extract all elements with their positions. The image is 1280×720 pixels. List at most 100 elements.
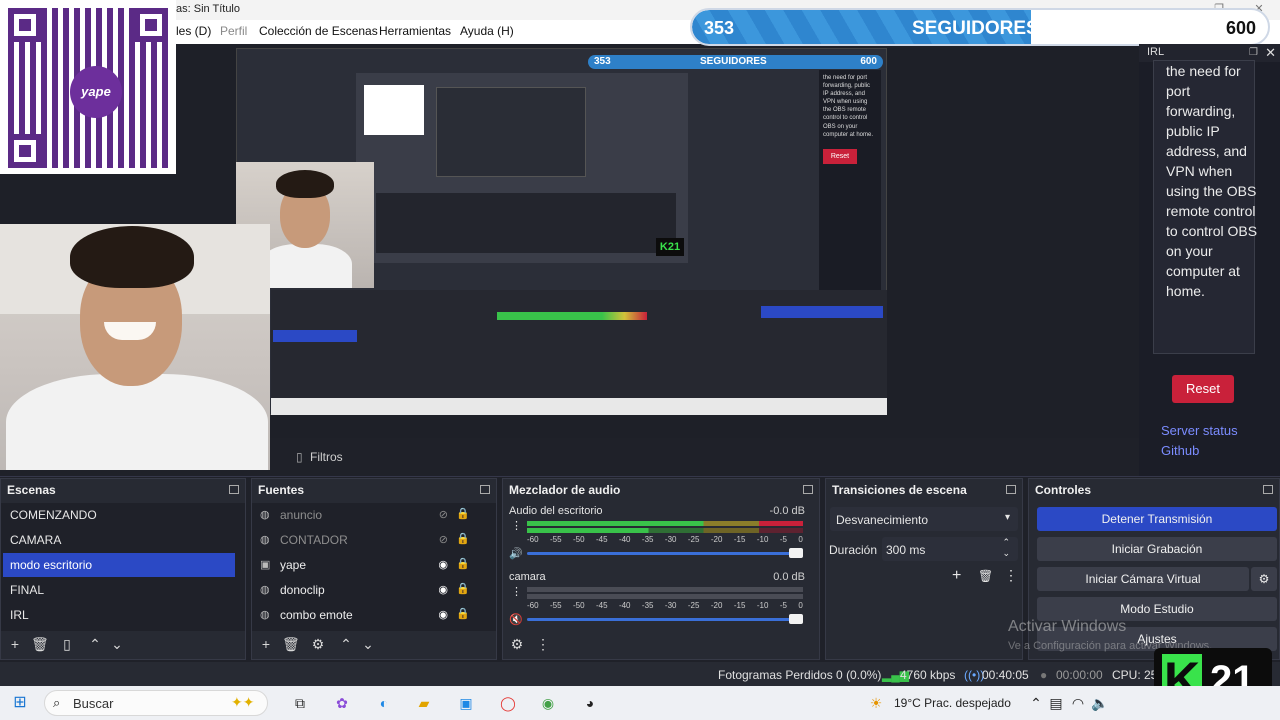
edge-icon[interactable]: ◐ xyxy=(374,693,394,713)
add-icon[interactable]: + xyxy=(952,567,961,585)
volume-fader[interactable] xyxy=(527,614,803,624)
mixer-title: Mezclador de audio xyxy=(509,483,621,497)
source-name: yape xyxy=(280,558,307,572)
follower-goal-bar: 353 SEGUIDORES 600 xyxy=(690,8,1270,46)
windows-start-icon[interactable]: ⊞ xyxy=(10,693,30,713)
scene-item[interactable]: FINAL xyxy=(3,578,235,602)
store-icon[interactable]: ▣ xyxy=(456,693,476,713)
duration-value: 300 ms xyxy=(886,543,926,557)
virtual-camera-settings-icon[interactable]: ⚙ xyxy=(1251,567,1277,591)
irl-close-icon[interactable]: ✕ xyxy=(1265,45,1276,61)
sources-dock: Fuentes ◍ anuncio ⊘ 🔒 ◍ CONTADOR ⊘ 🔒 ▣ y… xyxy=(251,478,497,660)
hidden-eye-icon[interactable]: ⊘ xyxy=(439,533,448,546)
filters-button[interactable]: Filtros xyxy=(310,450,343,464)
source-item[interactable]: ◍ combo emote ◉ 🔒 xyxy=(254,603,486,627)
source-item[interactable]: ◍ CONTADOR ⊘ 🔒 xyxy=(254,528,486,552)
lock-icon[interactable]: 🔒 xyxy=(456,557,470,570)
stepper-up-icon[interactable]: ⌃ xyxy=(1002,537,1010,548)
live-time: 00:40:05 xyxy=(982,668,1029,682)
trash-icon[interactable]: 🗑 xyxy=(31,636,49,653)
search-placeholder: Buscar xyxy=(73,696,114,711)
scene-item[interactable]: CAMARA xyxy=(3,528,235,552)
scenes-float-icon[interactable] xyxy=(229,485,239,494)
lock-icon[interactable]: 🔒 xyxy=(456,582,470,595)
eye-icon[interactable]: ◉ xyxy=(438,558,448,571)
sparkle-icon: ✦✦ xyxy=(231,694,255,710)
eye-icon[interactable]: ◉ xyxy=(438,608,448,621)
menu-item-tools[interactable]: Herramientas xyxy=(379,24,451,38)
gear-icon[interactable]: ⚙ xyxy=(310,636,326,653)
transitions-float-icon[interactable] xyxy=(1006,485,1016,494)
chrome-icon[interactable]: ◉ xyxy=(538,693,558,713)
mixer-float-icon[interactable] xyxy=(803,485,813,494)
irl-info-text: the need for port forwarding, public IP … xyxy=(1166,63,1258,299)
controls-float-icon[interactable] xyxy=(1263,485,1273,494)
menu-item-help[interactable]: Ayuda (H) xyxy=(460,24,514,38)
sources-float-icon[interactable] xyxy=(480,485,490,494)
bitrate: 4760 kbps xyxy=(900,668,956,682)
channel-menu-icon[interactable]: ⋮ xyxy=(511,585,522,598)
move-up-icon[interactable]: ⌃ xyxy=(87,636,103,653)
mixer-channel-camera: camara 0.0 dB ⋮ -60 -55 -50 -45 -40 -35 -30 -25… xyxy=(509,571,805,631)
source-item[interactable]: ◍ donoclip ◉ 🔒 xyxy=(254,578,486,602)
start-recording-button[interactable]: Iniciar Grabación xyxy=(1037,537,1277,561)
more-icon[interactable]: ⋮ xyxy=(1004,567,1018,584)
opera-icon[interactable]: ◯ xyxy=(498,693,518,713)
lock-icon[interactable]: 🔒 xyxy=(456,607,470,620)
source-item[interactable]: ▣ yape ◉ 🔒 xyxy=(254,553,486,577)
github-link[interactable]: Github xyxy=(1161,443,1199,458)
taskbar-search[interactable]: ⌕ Buscar ✦✦ xyxy=(44,690,268,716)
preview-counter-goal: 600 xyxy=(860,56,877,67)
scenes-dock: Escenas COMENZANDO CAMARA modo escritori… xyxy=(0,478,246,660)
irl-float-icon[interactable]: ❐ xyxy=(1249,47,1258,58)
menu-item-profile[interactable]: Perfil xyxy=(220,24,247,38)
move-down-icon[interactable]: ⌄ xyxy=(109,636,125,653)
scene-item-active[interactable]: modo escritorio xyxy=(3,553,235,577)
tray-chevron-icon[interactable]: ⌃ xyxy=(1026,693,1046,713)
more-icon[interactable]: ⋮ xyxy=(535,636,551,653)
speaker-icon[interactable]: 🔊 xyxy=(509,547,523,560)
lock-icon[interactable]: 🔒 xyxy=(456,507,470,520)
move-up-icon[interactable]: ⌃ xyxy=(338,636,354,653)
sources-title: Fuentes xyxy=(258,483,305,497)
channel-db: -0.0 dB xyxy=(769,505,805,517)
stop-stream-button[interactable]: Detener Transmisión xyxy=(1037,507,1277,531)
scene-item[interactable]: IRL xyxy=(3,603,235,627)
source-item[interactable]: ◍ anuncio ⊘ 🔒 xyxy=(254,503,486,527)
add-icon[interactable]: + xyxy=(258,636,274,652)
obs-icon[interactable]: ◕ xyxy=(580,693,600,713)
trash-icon[interactable]: 🗑 xyxy=(978,569,993,583)
hidden-eye-icon[interactable]: ⊘ xyxy=(439,508,448,521)
browser-source-icon: ◍ xyxy=(260,509,270,521)
server-status-link[interactable]: Server status xyxy=(1161,423,1238,438)
menu-item-edit[interactable]: les (D) xyxy=(176,24,211,38)
file-explorer-icon[interactable]: ▰ xyxy=(414,693,434,713)
eye-icon[interactable]: ◉ xyxy=(438,583,448,596)
menu-item-scene-collection[interactable]: Colección de Escenas xyxy=(259,24,378,38)
stepper-down-icon[interactable]: ⌄ xyxy=(1002,548,1010,559)
muted-speaker-icon[interactable]: 🔇 xyxy=(509,613,523,626)
filter-icon[interactable]: ▯ xyxy=(59,636,75,653)
volume-fader[interactable] xyxy=(527,548,803,558)
move-down-icon[interactable]: ⌄ xyxy=(360,636,376,653)
duration-input[interactable]: 300 ms ⌃ ⌄ xyxy=(882,537,1018,561)
wifi-icon[interactable]: ◠ xyxy=(1068,693,1088,713)
volume-icon[interactable]: 🔈 xyxy=(1090,693,1110,713)
browser-source-icon: ◍ xyxy=(260,584,270,596)
add-icon[interactable]: + xyxy=(7,636,23,652)
reset-button[interactable]: Reset xyxy=(1172,375,1234,403)
transition-select[interactable]: Desvanecimiento ▾ xyxy=(830,507,1018,531)
tray-icon[interactable]: ▤ xyxy=(1046,693,1066,713)
lock-icon[interactable]: 🔒 xyxy=(456,532,470,545)
start-virtual-camera-button[interactable]: Iniciar Cámara Virtual xyxy=(1037,567,1249,591)
preview-nested-active-scene xyxy=(273,330,357,342)
trash-icon[interactable]: 🗑 xyxy=(282,636,300,653)
task-view-icon[interactable]: ⧉ xyxy=(290,693,310,713)
scene-item[interactable]: COMENZANDO xyxy=(3,503,235,527)
copilot-icon[interactable]: ✿ xyxy=(332,693,352,713)
volume-meter xyxy=(527,594,803,599)
gear-icon[interactable]: ⚙ xyxy=(509,636,525,653)
channel-menu-icon[interactable]: ⋮ xyxy=(511,519,522,532)
image-source-icon: ▣ xyxy=(260,559,271,571)
preview-nested-desktop: K21 xyxy=(356,73,688,263)
